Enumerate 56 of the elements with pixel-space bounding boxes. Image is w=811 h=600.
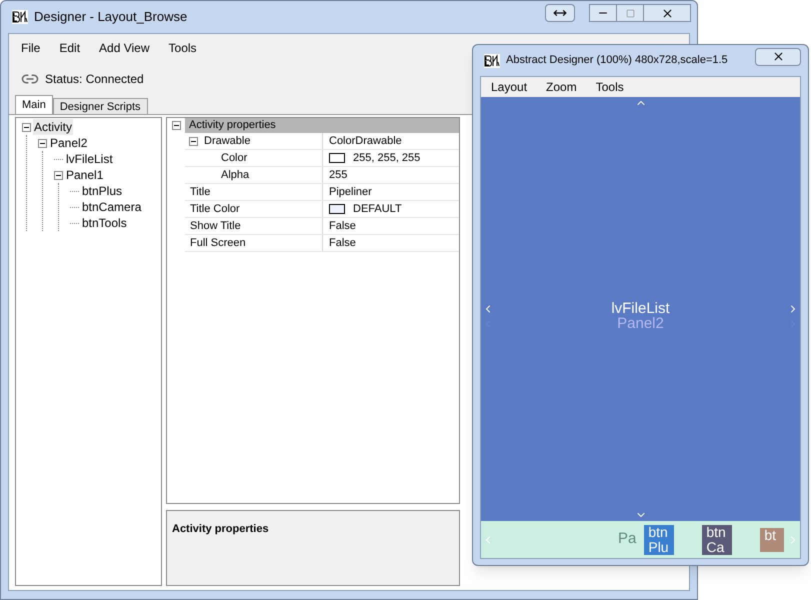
collapse-toggle[interactable] <box>172 121 180 130</box>
menu-item[interactable]: Zoom <box>546 78 577 96</box>
maximize-button[interactable] <box>617 4 643 22</box>
menu-item[interactable]: Layout <box>491 78 528 96</box>
tab[interactable]: Main <box>15 95 53 114</box>
view-label: lvFileList <box>611 298 670 317</box>
status-text: Status: Connected <box>45 71 144 88</box>
window-title: Abstract Designer (100%) 480x728,scale=1.5 <box>506 53 728 68</box>
tab[interactable]: Designer Scripts <box>52 98 148 114</box>
close-icon <box>660 6 674 20</box>
close-button[interactable] <box>755 48 801 66</box>
close-icon <box>772 50 784 63</box>
property-name: Alpha <box>221 168 250 183</box>
property-value[interactable]: 255, 255, 255 <box>353 150 420 166</box>
category-header: Activity properties <box>185 118 459 133</box>
menu-item[interactable]: Tools <box>596 78 624 96</box>
tree-item[interactable]: Panel2 <box>49 135 88 151</box>
property-name: Show Title <box>190 218 241 234</box>
menu-item[interactable]: Tools <box>168 39 197 57</box>
minimize-button[interactable] <box>589 4 617 22</box>
property-name: Color <box>221 150 248 166</box>
view-label: Panel2 <box>617 314 664 334</box>
tree-item[interactable]: Panel1 <box>65 167 104 183</box>
property-value[interactable]: 255 <box>329 166 348 184</box>
menu-item[interactable]: File <box>21 39 40 57</box>
collapse-toggle[interactable] <box>38 138 47 148</box>
property-value[interactable]: False <box>329 234 356 252</box>
property-value[interactable]: DEFAULT <box>353 200 402 218</box>
window-title: Designer - Layout_Browse <box>34 8 188 26</box>
tree-item[interactable]: lvFileList <box>65 151 114 167</box>
maximize-icon <box>626 8 634 18</box>
description-text: Activity properties <box>172 523 269 535</box>
tree-item[interactable]: Activity <box>33 119 74 135</box>
view-label: Pa <box>618 529 636 550</box>
property-name: Title Color <box>190 202 240 217</box>
close-button[interactable] <box>643 4 691 22</box>
collapse-toggle[interactable] <box>22 122 31 132</box>
menu-item[interactable]: Edit <box>59 39 80 57</box>
button-view: btn Plu <box>644 524 674 554</box>
tree-item[interactable]: btnPlus <box>81 183 124 199</box>
property-value[interactable]: ColorDrawable <box>329 132 402 150</box>
property-name: Title <box>190 184 210 200</box>
property-name: Full Screen <box>190 236 246 251</box>
app-logo-icon <box>484 54 500 68</box>
dock-button[interactable] <box>545 4 575 22</box>
button-view: btn Ca <box>702 524 732 554</box>
property-value[interactable]: Pipeliner <box>329 184 372 200</box>
tree-item[interactable]: btnTools <box>81 215 128 231</box>
app-logo-icon <box>12 10 28 24</box>
tree-item[interactable]: btnCamera <box>81 199 142 215</box>
button-view: bt <box>760 528 784 552</box>
collapse-toggle[interactable] <box>189 136 198 146</box>
property-value[interactable]: False <box>329 218 356 234</box>
collapse-toggle[interactable] <box>54 170 63 180</box>
menu-item[interactable]: Add View <box>99 39 150 57</box>
property-name: Drawable <box>204 134 250 149</box>
